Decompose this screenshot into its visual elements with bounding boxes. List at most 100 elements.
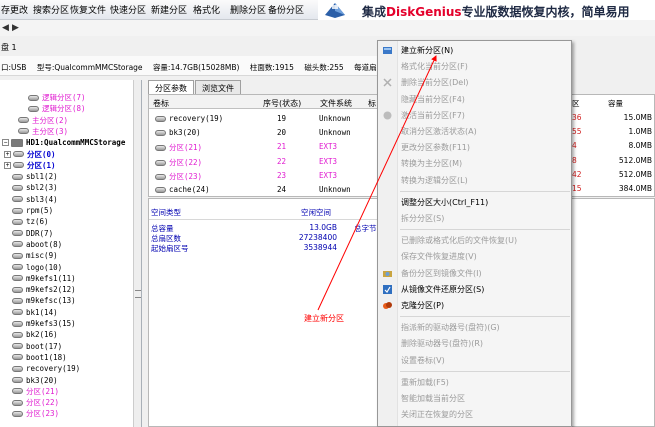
partition-icon bbox=[12, 365, 23, 372]
table-row[interactable]: 分区(23) 23 EXT3 bbox=[149, 168, 379, 182]
total-bytes-label: 总字节 bbox=[354, 224, 377, 233]
tree-item[interactable]: tz(6) bbox=[12, 216, 49, 227]
scroll-grip[interactable] bbox=[135, 290, 141, 298]
menu-item[interactable]: 指派新的驱动器号(盘符)(G) bbox=[401, 320, 500, 334]
partition-icon bbox=[155, 130, 166, 137]
tree-item[interactable]: sbl1(2) bbox=[12, 171, 58, 182]
tree-item-label: boot1(18) bbox=[26, 352, 67, 362]
menu-item[interactable]: 隐藏当前分区(F4) bbox=[401, 92, 465, 106]
tree-item[interactable]: 主分区(2) bbox=[18, 115, 68, 126]
menu-item[interactable]: 已删除或格式化后的文件恢复(U) bbox=[401, 233, 517, 247]
table-row[interactable]: bk3(20) 20 Unknown bbox=[149, 125, 379, 139]
col-volume-label[interactable]: 卷标 bbox=[153, 95, 169, 109]
quick-partition-button[interactable]: 快速分区 bbox=[110, 3, 146, 16]
cell-capacity: 8.0MB bbox=[628, 141, 652, 151]
tree-item[interactable]: m9kefsc(13) bbox=[12, 295, 76, 306]
col-flag[interactable]: 标 bbox=[368, 95, 376, 109]
col-index[interactable]: 序号(状态) bbox=[263, 95, 301, 109]
new-partition-button[interactable]: 新建分区 bbox=[151, 3, 187, 16]
menu-item[interactable]: 拆分分区(S) bbox=[401, 211, 444, 225]
menu-item[interactable]: 设置卷标(V) bbox=[401, 353, 445, 367]
table-row[interactable]: 分区(22) 22 EXT3 bbox=[149, 154, 379, 168]
tree-item[interactable]: recovery(19) bbox=[12, 363, 80, 374]
cell-volume-label-text: bk3(20) bbox=[169, 128, 201, 138]
recover-files-button[interactable]: 恢复文件 bbox=[70, 3, 106, 16]
delete-icon bbox=[383, 78, 392, 87]
format-button[interactable]: 格式化 bbox=[193, 3, 220, 16]
tree-item-label: sbl3(4) bbox=[26, 194, 58, 204]
table-row[interactable]: 分区(21) 21 EXT3 bbox=[149, 139, 379, 153]
menu-item[interactable]: 转换为逻辑分区(L) bbox=[401, 173, 468, 187]
tree-item[interactable]: 逻辑分区(7) bbox=[28, 92, 86, 103]
arrow-right-icon[interactable]: ▶ bbox=[12, 23, 19, 33]
space-type-label: 空间类型 bbox=[151, 208, 181, 217]
tree-item[interactable]: m9kefs1(11) bbox=[12, 273, 76, 284]
menu-item[interactable]: 删除当前分区(Del) bbox=[401, 75, 469, 89]
menu-item[interactable]: 激活当前分区(F7) bbox=[401, 108, 465, 122]
tree-item[interactable]: sbl3(4) bbox=[12, 194, 58, 205]
cell-index: 21 bbox=[277, 142, 286, 151]
table-row[interactable]: recovery(19) 19 Unknown bbox=[149, 111, 379, 125]
expand-icon[interactable]: + bbox=[4, 150, 11, 158]
toolbar: 存更改 搜索分区 恢复文件 快速分区 新建分区 格式化 删除分区 备份分区 集成… bbox=[0, 0, 655, 20]
menu-item[interactable]: 调整分区大小(Ctrl_F11) bbox=[401, 195, 488, 209]
tree-item[interactable]: + 分区(0) bbox=[4, 149, 56, 160]
tree-item[interactable]: 分区(23) bbox=[12, 408, 59, 419]
table-row[interactable]: cache(24) 24 Unknown bbox=[149, 182, 379, 196]
tree-item[interactable]: m9kefs2(12) bbox=[12, 284, 76, 295]
tab-partition-params[interactable]: 分区参数 bbox=[148, 80, 194, 94]
menu-item[interactable]: 从镜像文件还原分区(S) bbox=[401, 282, 484, 296]
menu-item[interactable]: 重新加载(F5) bbox=[401, 375, 449, 389]
context-menu[interactable]: 建立新分区(N) 格式化当前分区(F) 删除当前分区(Del) 隐藏当前分区(F4) 激… bbox=[377, 40, 572, 427]
tree-item[interactable]: sbl2(3) bbox=[12, 182, 58, 193]
menu-item[interactable]: 建立新分区(N) bbox=[401, 43, 453, 57]
menu-item[interactable]: 克隆分区(P) bbox=[401, 298, 444, 312]
cell-volume-label: recovery(19) bbox=[155, 114, 223, 123]
menu-item[interactable]: 备份分区到镜像文件(I) bbox=[401, 266, 482, 280]
delete-partition-button[interactable]: 删除分区 bbox=[230, 3, 266, 16]
partition-icon bbox=[12, 343, 23, 350]
menu-item[interactable]: 智能加载当前分区 bbox=[401, 391, 465, 405]
menu-item[interactable]: 关闭正在恢复的分区 bbox=[401, 407, 473, 421]
tree-item[interactable]: 分区(22) bbox=[12, 397, 59, 408]
tree-item[interactable]: m9kefs3(15) bbox=[12, 318, 76, 329]
tree-item[interactable]: DDR(7) bbox=[12, 228, 53, 239]
tree-item[interactable]: misc(9) bbox=[12, 250, 58, 261]
search-partition-button[interactable]: 搜索分区 bbox=[33, 3, 69, 16]
tree-item[interactable]: − HD1:QualcommMMCStorage bbox=[2, 137, 125, 148]
tree-item[interactable]: 分区(21) bbox=[12, 386, 59, 397]
menu-item[interactable]: 保存文件恢复进度(V) bbox=[401, 249, 477, 263]
partition-icon bbox=[12, 252, 23, 259]
col-filesystem[interactable]: 文件系统 bbox=[320, 95, 352, 109]
cell-filesystem: Unknown bbox=[319, 128, 351, 137]
tree-item[interactable]: boot(17) bbox=[12, 341, 62, 352]
tree-item[interactable]: boot1(18) bbox=[12, 352, 67, 363]
cell-sector-suffix: 36 bbox=[572, 113, 582, 122]
collapse-icon[interactable]: − bbox=[2, 139, 9, 147]
tree-item[interactable]: aboot(8) bbox=[12, 239, 62, 250]
tab-browse-files[interactable]: 浏览文件 bbox=[195, 80, 241, 94]
menu-item[interactable]: 删除驱动器号(盘符)(R) bbox=[401, 336, 483, 350]
tree-item[interactable]: rpm(5) bbox=[12, 205, 53, 216]
cell-filesystem: Unknown bbox=[319, 114, 351, 123]
arrow-left-icon[interactable]: ◀ bbox=[2, 23, 9, 33]
partition-tree[interactable]: 逻辑分区(7) 逻辑分区(8) 主分区(2) 主分区(3) − HD1:QualcommM… bbox=[0, 80, 142, 427]
tree-item-label: bk3(20) bbox=[26, 375, 58, 385]
menu-item[interactable]: 格式化当前分区(F) bbox=[401, 59, 468, 73]
menu-item[interactable]: 取消分区激活状态(A) bbox=[401, 124, 477, 138]
tree-item[interactable]: bk3(20) bbox=[12, 375, 58, 386]
partition-icon bbox=[12, 275, 23, 282]
tree-item[interactable]: 主分区(3) bbox=[18, 126, 68, 137]
backup-partition-button[interactable]: 备份分区 bbox=[268, 3, 304, 16]
tree-item[interactable]: bk1(14) bbox=[12, 307, 58, 318]
menu-item[interactable]: 转换为主分区(M) bbox=[401, 156, 462, 170]
tree-item[interactable]: bk2(16) bbox=[12, 329, 58, 340]
cell-filesystem: EXT3 bbox=[319, 157, 337, 166]
tree-scrollbar[interactable] bbox=[133, 80, 141, 427]
expand-icon[interactable]: + bbox=[4, 161, 11, 169]
tree-item[interactable]: + 分区(1) bbox=[4, 160, 56, 171]
menu-item[interactable]: 更改分区参数(F11) bbox=[401, 140, 470, 154]
save-changes-button[interactable]: 存更改 bbox=[1, 3, 28, 16]
tree-item[interactable]: logo(10) bbox=[12, 262, 62, 273]
tree-item[interactable]: 逻辑分区(8) bbox=[28, 103, 86, 114]
